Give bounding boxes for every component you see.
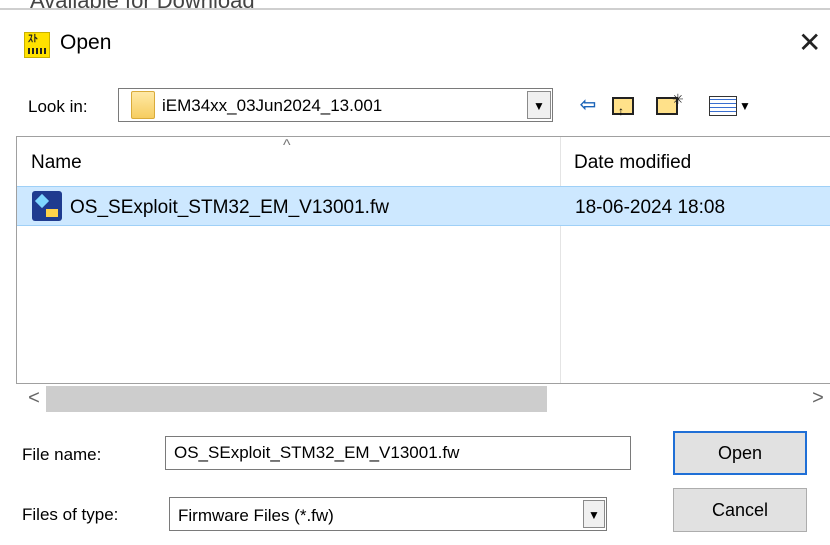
background-window-text: Available for Download <box>30 0 255 13</box>
sort-ascending-icon: ^ <box>283 137 291 154</box>
look-in-label: Look in: <box>28 97 88 116</box>
chevron-down-icon: ▼ <box>739 98 751 113</box>
column-header-name[interactable]: Name <box>31 152 82 174</box>
close-button[interactable]: ✕ <box>798 26 821 59</box>
column-divider <box>560 137 561 383</box>
horizontal-scrollbar-thumb[interactable] <box>46 386 547 412</box>
file-name-cell: OS_SExploit_STM32_EM_V13001.fw <box>70 197 389 218</box>
scroll-left-button[interactable]: < <box>24 384 44 412</box>
chevron-down-icon: ▼ <box>588 508 600 522</box>
look-in-dropdown-arrow[interactable]: ▼ <box>527 91 551 119</box>
scroll-right-icon: > <box>812 387 824 409</box>
column-header-date-modified[interactable]: Date modified <box>574 152 691 174</box>
app-icon: ｽﾄ <box>24 32 50 58</box>
look-in-value: iEM34xx_03Jun2024_13.001 <box>162 96 383 115</box>
close-icon: ✕ <box>798 27 822 58</box>
file-type-value: Firmware Files (*.fw) <box>178 506 334 525</box>
back-arrow-icon: ⇦ <box>579 94 597 116</box>
firmware-file-icon <box>32 191 62 221</box>
file-date-cell: 18-06-2024 18:08 <box>575 197 726 218</box>
file-name-input[interactable] <box>165 436 631 470</box>
dialog-title: Open <box>60 31 112 54</box>
scroll-left-icon: < <box>28 387 40 409</box>
chevron-down-icon: ▼ <box>533 99 545 113</box>
cancel-button[interactable]: Cancel <box>673 488 807 532</box>
new-folder-button[interactable]: ✳ <box>650 90 684 120</box>
up-folder-icon: ↑ <box>612 96 634 118</box>
file-name-label: File name: <box>22 445 102 464</box>
open-button[interactable]: Open <box>673 431 807 475</box>
back-button[interactable]: ⇦ <box>573 90 603 120</box>
file-type-dropdown-arrow[interactable]: ▼ <box>583 500 605 528</box>
view-menu-button[interactable]: ▼ <box>700 90 760 120</box>
folder-icon <box>131 91 155 119</box>
up-one-level-button[interactable]: ↑ <box>608 90 638 120</box>
file-list-header <box>17 137 830 181</box>
scroll-right-button[interactable]: > <box>808 384 828 412</box>
view-menu-icon <box>709 95 738 116</box>
file-type-label: Files of type: <box>22 505 119 524</box>
